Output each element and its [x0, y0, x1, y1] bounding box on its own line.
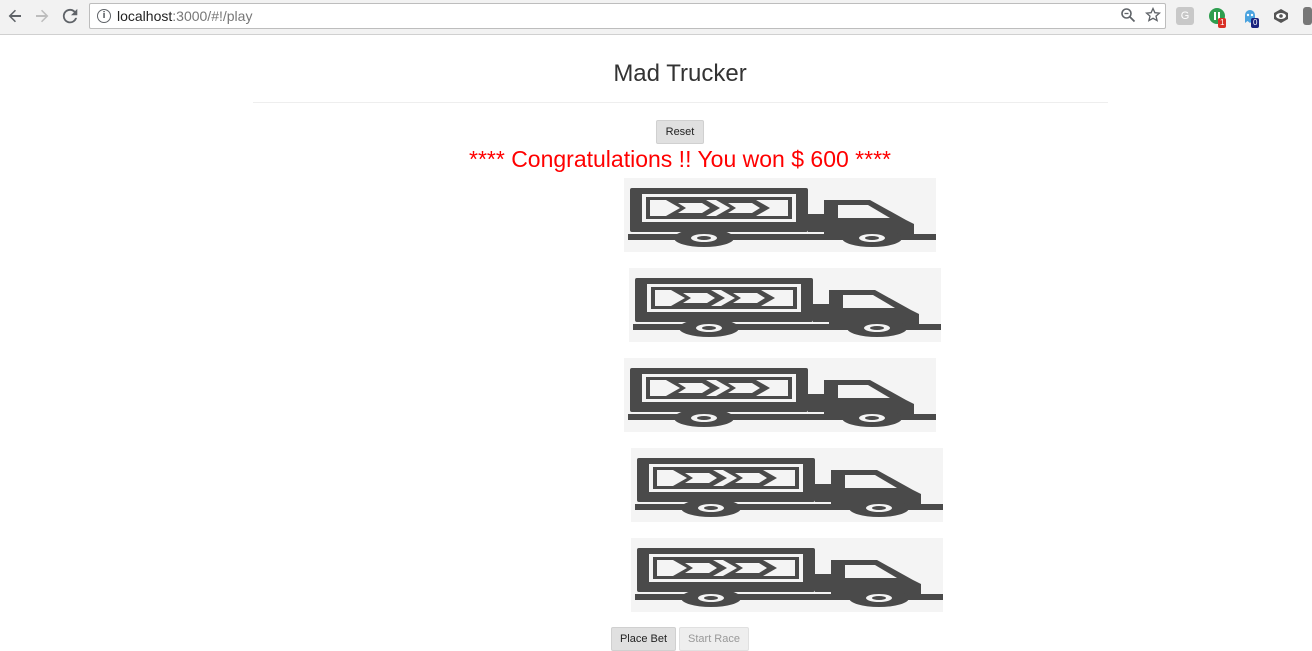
truck-icon: [635, 458, 943, 517]
truck-icon: [633, 278, 941, 337]
extension-g-icon[interactable]: G: [1176, 7, 1194, 25]
start-race-button[interactable]: Start Race: [679, 627, 749, 651]
truck-4: [631, 448, 943, 522]
zoom-icon[interactable]: [1119, 7, 1137, 25]
extension-green-icon[interactable]: 1: [1208, 7, 1227, 28]
truck-5: [631, 538, 943, 612]
extension-badge: 0: [1251, 18, 1260, 28]
page-title: Mad Trucker: [613, 60, 747, 87]
back-icon[interactable]: [4, 5, 26, 27]
reset-button[interactable]: Reset: [656, 120, 704, 144]
url-text[interactable]: localhost:3000/#!/play: [117, 8, 252, 24]
truck-icon: [635, 548, 943, 607]
extension-partial-icon[interactable]: [1303, 7, 1312, 25]
extension-ghost-icon[interactable]: 0: [1241, 7, 1260, 28]
extension-badge: 1: [1218, 18, 1227, 28]
truck-icon: [628, 368, 936, 427]
truck-1: [624, 178, 936, 252]
place-bet-button[interactable]: Place Bet: [611, 627, 676, 651]
address-bar[interactable]: i localhost:3000/#!/play: [89, 3, 1166, 29]
truck-3: [624, 358, 936, 432]
divider: [253, 102, 1108, 103]
reload-icon[interactable]: [59, 5, 81, 27]
congrats-message: **** Congratulations !! You won $ 600 **…: [469, 146, 891, 172]
truck-2: [629, 268, 941, 342]
forward-icon[interactable]: [31, 5, 53, 27]
extension-eye-icon[interactable]: [1272, 7, 1290, 25]
truck-icon: [628, 188, 936, 247]
bookmark-star-icon[interactable]: [1144, 6, 1162, 25]
info-icon[interactable]: i: [97, 9, 111, 23]
browser-toolbar: i localhost:3000/#!/play G 1 0: [0, 0, 1312, 35]
